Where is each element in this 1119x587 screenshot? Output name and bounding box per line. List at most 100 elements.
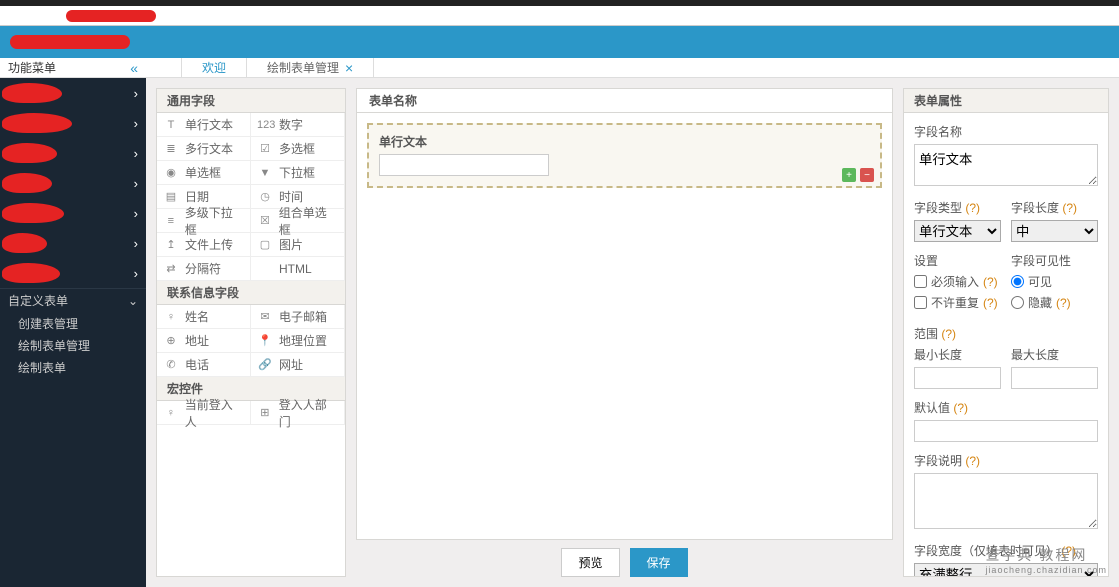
widget-icon: ☑ — [257, 142, 273, 155]
required-checkbox[interactable] — [914, 275, 927, 288]
widget-label: 单行文本 — [185, 116, 233, 133]
widget-label: 多选框 — [279, 140, 315, 157]
field-name-input[interactable] — [914, 144, 1098, 186]
widget-item[interactable]: ⊞登入人部门 — [251, 401, 345, 425]
widget-label: 单选框 — [185, 164, 221, 181]
visible-radio[interactable] — [1011, 275, 1024, 288]
widget-item[interactable]: 🔗网址 — [251, 353, 345, 377]
canvas-title: 表单名称 — [356, 88, 893, 112]
max-length-input[interactable] — [1011, 367, 1098, 389]
sidebar-group-custom-form[interactable]: 自定义表单 ⌄ — [0, 288, 146, 312]
sidebar-item-draw-form[interactable]: 绘制表单 — [0, 356, 146, 378]
widget-item[interactable]: ✆电话 — [157, 353, 251, 377]
widget-item[interactable]: T单行文本 — [157, 113, 251, 137]
nav-item-2[interactable]: › — [0, 108, 146, 138]
widget-item[interactable]: ✉电子邮箱 — [251, 305, 345, 329]
widget-label: 多行文本 — [185, 140, 233, 157]
help-icon[interactable]: (?) — [983, 296, 998, 310]
widget-item[interactable]: 📍地理位置 — [251, 329, 345, 353]
widget-icon: ⊕ — [163, 334, 179, 347]
form-canvas[interactable]: 单行文本 + − — [356, 112, 893, 540]
unique-checkbox[interactable] — [914, 296, 927, 309]
widget-item[interactable]: ☑ 多选框 — [251, 137, 345, 161]
widget-item[interactable]: ▢图片 — [251, 233, 345, 257]
chevron-down-icon: ⌄ — [128, 294, 138, 308]
widget-item[interactable]: ▼下拉框 — [251, 161, 345, 185]
field-input[interactable] — [379, 154, 549, 176]
help-icon[interactable]: (?) — [941, 327, 956, 341]
widget-item[interactable]: ⇄分隔符 — [157, 257, 251, 281]
preview-button[interactable]: 预览 — [561, 548, 619, 577]
max-length-label: 最大长度 — [1011, 346, 1098, 363]
tabs-bar: 欢迎 绘制表单管理 × — [146, 58, 1119, 78]
help-icon[interactable]: (?) — [1062, 201, 1077, 215]
collapse-icon[interactable]: « — [130, 60, 138, 76]
widget-item[interactable]: ↥ 文件上传 — [157, 233, 251, 257]
widget-label: 网址 — [279, 356, 303, 373]
close-icon[interactable]: × — [345, 60, 353, 76]
widget-item[interactable]: ♀姓名 — [157, 305, 251, 329]
widget-item[interactable]: ⊕地址 — [157, 329, 251, 353]
widget-item[interactable]: ☒组合单选框 — [251, 209, 345, 233]
widget-icon: ◉ — [163, 166, 179, 179]
help-icon[interactable]: (?) — [983, 275, 998, 289]
hidden-radio[interactable] — [1011, 296, 1024, 309]
tab-form-mgmt[interactable]: 绘制表单管理 × — [247, 58, 374, 78]
widget-item[interactable]: ♀当前登入人 — [157, 401, 251, 425]
width-label: 字段宽度（仅填表时可见） (?) — [914, 542, 1098, 559]
field-type-select[interactable]: 单行文本 — [914, 220, 1001, 242]
description-input[interactable] — [914, 473, 1098, 529]
field-type-label: 字段类型 (?) — [914, 199, 1001, 216]
widget-icon: ↥ — [163, 238, 179, 251]
tab-welcome[interactable]: 欢迎 — [181, 58, 247, 78]
form-field-block[interactable]: 单行文本 + − — [367, 123, 882, 188]
url-redaction — [66, 10, 156, 22]
widget-panel: 通用字段 T单行文本123数字≣多行文本☑多选框◉单选框▼下拉框▤日期◷时间≡多… — [156, 88, 346, 577]
help-icon[interactable]: (?) — [965, 201, 980, 215]
field-width-select[interactable]: 充满整行 — [914, 563, 1098, 577]
nav-item-3[interactable]: › — [0, 138, 146, 168]
help-icon[interactable]: (?) — [953, 401, 968, 415]
help-icon[interactable]: (?) — [1056, 296, 1071, 310]
properties-panel: 表单属性 字段名称 字段类型 (?) 单行文本 字段长度 (?) 中 — [903, 88, 1109, 577]
widget-item[interactable]: HTML — [251, 257, 345, 281]
default-label: 默认值 (?) — [914, 399, 1098, 416]
nav-item-4[interactable]: › — [0, 168, 146, 198]
sidebar: 功能菜单 « › › › › › › › 自定义表单 ⌄ 创建表管理 绘制表单管… — [0, 58, 146, 587]
widget-item[interactable]: ≣ 多行文本 — [157, 137, 251, 161]
sidebar-item-create-mgmt[interactable]: 创建表管理 — [0, 312, 146, 334]
widget-label: 文件上传 — [185, 236, 233, 253]
widget-icon: ✉ — [257, 310, 273, 323]
sidebar-item-draw-mgmt[interactable]: 绘制表单管理 — [0, 334, 146, 356]
field-length-select[interactable]: 中 — [1011, 220, 1098, 242]
remove-field-icon[interactable]: − — [860, 168, 874, 182]
sidebar-title: 功能菜单 — [8, 59, 56, 76]
description-label: 字段说明 (?) — [914, 452, 1098, 469]
custom-form-label: 自定义表单 — [8, 292, 68, 309]
visibility-label: 字段可见性 — [1011, 252, 1098, 269]
widget-icon: ✆ — [163, 358, 179, 371]
widget-icon: ≡ — [163, 215, 179, 227]
contact-fields-header: 联系信息字段 — [157, 281, 345, 305]
sidebar-title-bar: 功能菜单 « — [0, 58, 146, 78]
nav-item-7[interactable]: › — [0, 258, 146, 288]
default-value-input[interactable] — [914, 420, 1098, 442]
chevron-right-icon: › — [134, 236, 138, 251]
widget-label: 姓名 — [185, 308, 209, 325]
widget-label: 日期 — [185, 188, 209, 205]
nav-item-1[interactable]: › — [0, 78, 146, 108]
chevron-right-icon: › — [134, 206, 138, 221]
help-icon[interactable]: (?) — [1061, 544, 1076, 558]
widget-item[interactable]: ≡多级下拉框 — [157, 209, 251, 233]
widget-icon: 📍 — [257, 334, 273, 347]
widget-icon: ≣ — [163, 142, 179, 155]
help-icon[interactable]: (?) — [965, 454, 980, 468]
app-header — [0, 26, 1119, 58]
widget-item[interactable]: 123数字 — [251, 113, 345, 137]
save-button[interactable]: 保存 — [630, 548, 688, 577]
add-field-icon[interactable]: + — [842, 168, 856, 182]
min-length-input[interactable] — [914, 367, 1001, 389]
nav-item-6[interactable]: › — [0, 228, 146, 258]
widget-item[interactable]: ◉ 单选框 — [157, 161, 251, 185]
nav-item-5[interactable]: › — [0, 198, 146, 228]
